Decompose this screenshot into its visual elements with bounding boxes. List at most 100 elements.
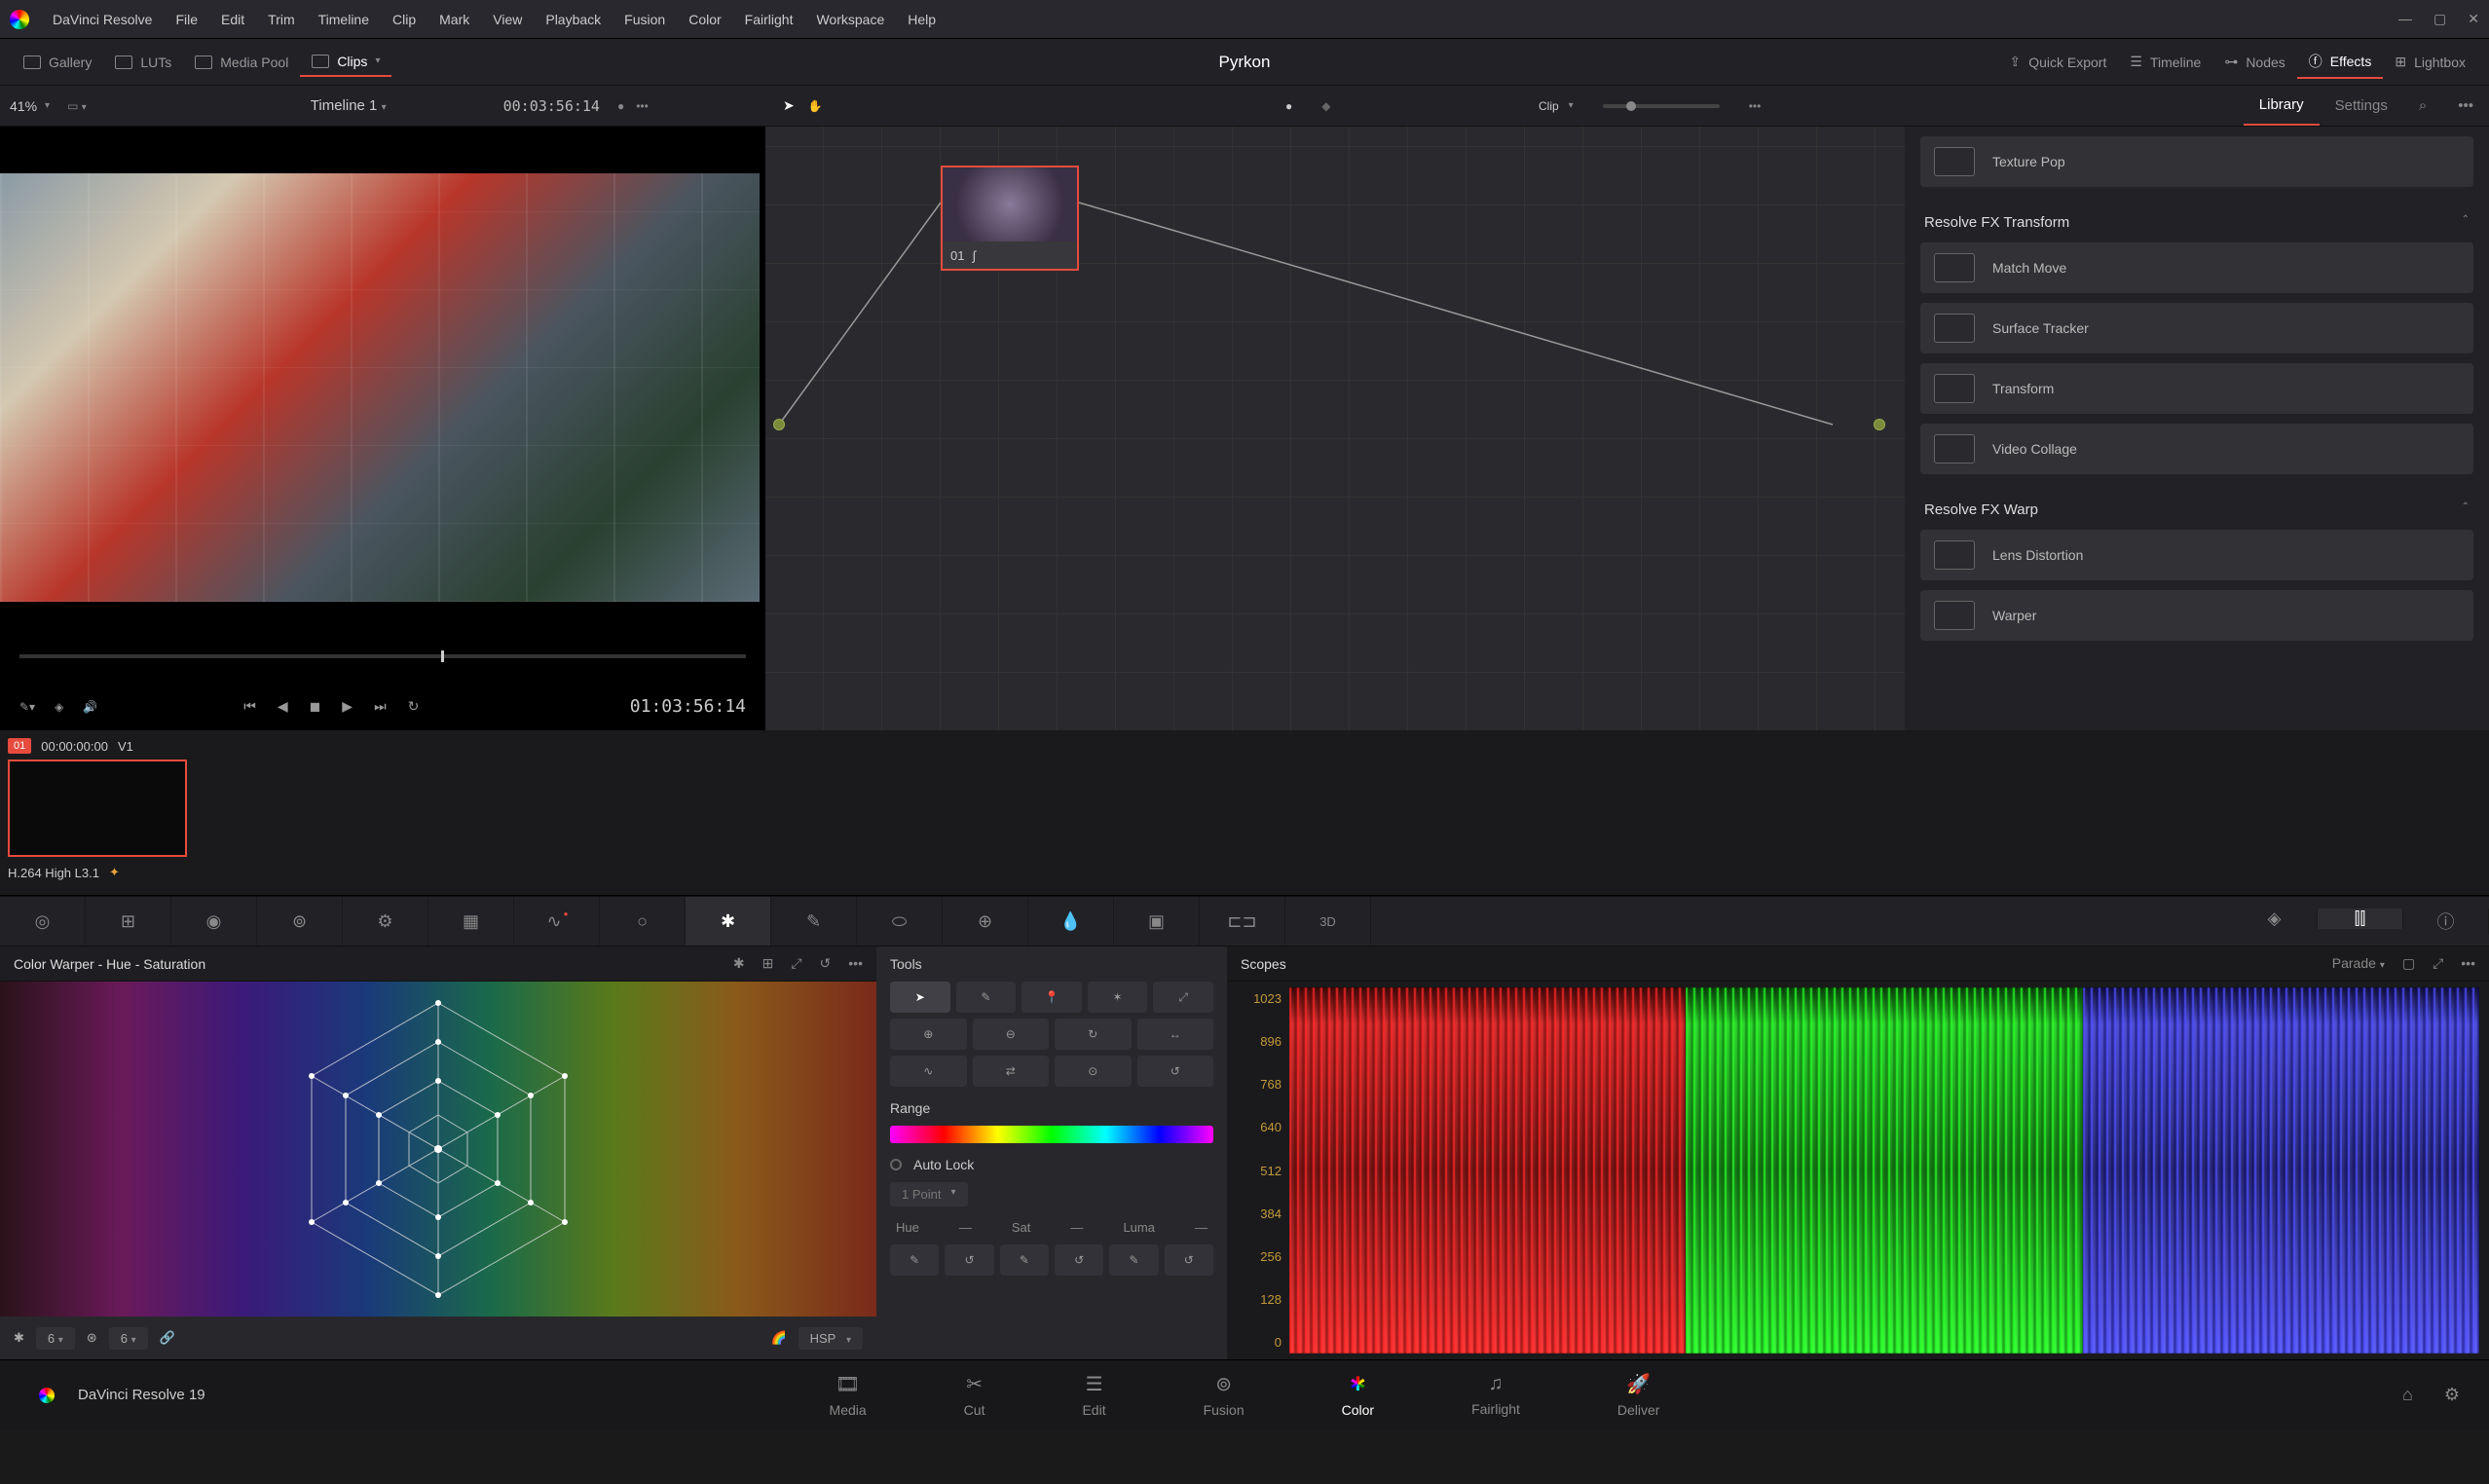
- viewer-options-icon[interactable]: •••: [636, 99, 649, 113]
- hue-divisions[interactable]: 6 ▾: [36, 1327, 75, 1350]
- fx-lens-distortion[interactable]: Lens Distortion: [1920, 530, 2473, 580]
- menu-clip[interactable]: Clip: [381, 12, 427, 27]
- node-input[interactable]: [773, 419, 785, 430]
- loop-icon[interactable]: ↻: [408, 698, 420, 715]
- node-output[interactable]: [1874, 419, 1885, 430]
- scope-expand-icon[interactable]: ⤢: [2433, 955, 2443, 972]
- tool-scopes[interactable]: ⫿⫿: [2318, 909, 2403, 929]
- fx-video-collage[interactable]: Video Collage: [1920, 424, 2473, 474]
- fx-category-warp[interactable]: Resolve FX Warp⌃: [1920, 484, 2473, 530]
- viewer-image[interactable]: [0, 173, 760, 602]
- fx-surface-tracker[interactable]: Surface Tracker: [1920, 303, 2473, 353]
- sat-reset[interactable]: ↺: [1055, 1244, 1103, 1276]
- scope-mode-select[interactable]: Parade ▾: [2332, 955, 2385, 972]
- autolock-toggle[interactable]: Auto Lock: [890, 1157, 1213, 1172]
- clip-thumbnail[interactable]: [8, 760, 187, 857]
- warper-reset-icon[interactable]: ↺: [820, 955, 832, 972]
- scope-view-icon[interactable]: ▢: [2402, 955, 2415, 972]
- scrub-bar[interactable]: [19, 654, 746, 658]
- page-media[interactable]: 🎞Media: [830, 1372, 867, 1418]
- node-marker-1[interactable]: ●: [1285, 99, 1292, 113]
- node-options-icon[interactable]: •••: [1749, 99, 1762, 113]
- tool-smooth[interactable]: ∿: [890, 1056, 967, 1087]
- clip-flag-icon[interactable]: ✦: [109, 865, 120, 880]
- effects-button[interactable]: ⓕEffects: [2297, 46, 2384, 79]
- hue-reset[interactable]: ↺: [945, 1244, 993, 1276]
- link-icon[interactable]: 🔗: [160, 1330, 175, 1346]
- warper-mode-2-icon[interactable]: ⊞: [762, 955, 774, 972]
- gallery-button[interactable]: Gallery: [12, 49, 103, 76]
- tool-rgb-mixer[interactable]: ⊚: [257, 897, 343, 946]
- warper-expand-icon[interactable]: ⤢: [791, 955, 801, 972]
- tool-curves[interactable]: ▦: [428, 897, 514, 946]
- hue-div-icon[interactable]: ✱: [14, 1330, 24, 1346]
- maximize-icon[interactable]: ▢: [2433, 11, 2446, 27]
- tool-hdr[interactable]: ⊞: [86, 897, 171, 946]
- tool-add-col[interactable]: ⊕: [890, 1019, 967, 1050]
- tool-invert[interactable]: ⇄: [973, 1056, 1050, 1087]
- luma-reset[interactable]: ↺: [1165, 1244, 1213, 1276]
- hdr-icon[interactable]: ◈: [55, 700, 63, 714]
- clip-mode-label[interactable]: Clip: [1539, 99, 1559, 113]
- color-space-icon[interactable]: 🌈: [770, 1330, 786, 1346]
- warper-mode-1-icon[interactable]: ✱: [733, 955, 745, 972]
- tool-custom-curves[interactable]: ∿●: [514, 897, 600, 946]
- quick-export-button[interactable]: ⇪Quick Export: [1997, 46, 2118, 79]
- fx-texture-pop[interactable]: Texture Pop: [1920, 136, 2473, 187]
- audio-icon[interactable]: 🔊: [83, 700, 97, 714]
- tool-color-warper[interactable]: ✱: [686, 897, 771, 946]
- sat-edit[interactable]: ✎: [1000, 1244, 1049, 1276]
- record-icon[interactable]: ●: [617, 99, 624, 113]
- tab-library[interactable]: Library: [2244, 86, 2320, 126]
- menu-trim[interactable]: Trim: [256, 12, 306, 27]
- tool-expand2[interactable]: ⤢: [1153, 982, 1213, 1013]
- first-frame-icon[interactable]: ⏮: [243, 698, 256, 715]
- tool-picker[interactable]: ✎: [771, 897, 857, 946]
- fit-icon[interactable]: ▭ ▾: [67, 99, 87, 113]
- sat-divisions[interactable]: 6 ▾: [109, 1327, 148, 1350]
- tool-sizing[interactable]: 3D: [1285, 897, 1371, 946]
- nodes-button[interactable]: ⊶Nodes: [2212, 46, 2296, 79]
- menu-file[interactable]: File: [164, 12, 209, 27]
- minimize-icon[interactable]: —: [2398, 11, 2412, 27]
- fx-match-move[interactable]: Match Move: [1920, 242, 2473, 293]
- page-deliver[interactable]: 🚀Deliver: [1617, 1372, 1660, 1418]
- prev-frame-icon[interactable]: ◀: [278, 698, 288, 715]
- menu-fairlight[interactable]: Fairlight: [733, 12, 805, 27]
- node-zoom-slider[interactable]: [1603, 104, 1720, 108]
- page-edit[interactable]: ☰Edit: [1082, 1372, 1105, 1418]
- tool-wheels[interactable]: ◉: [171, 897, 257, 946]
- tool-pin[interactable]: 📍: [1022, 982, 1082, 1013]
- luts-button[interactable]: LUTs: [103, 49, 183, 76]
- warper-canvas[interactable]: [0, 982, 876, 1317]
- menu-fusion[interactable]: Fusion: [613, 12, 677, 27]
- tool-move[interactable]: ↔: [1137, 1019, 1214, 1050]
- page-fairlight[interactable]: ♫Fairlight: [1471, 1373, 1520, 1417]
- play-icon[interactable]: ▶: [342, 698, 353, 715]
- menu-mark[interactable]: Mark: [427, 12, 481, 27]
- tool-key[interactable]: ⊏⊐: [1200, 897, 1285, 946]
- tool-motion[interactable]: ⚙: [343, 897, 428, 946]
- tool-window[interactable]: ⬭: [857, 897, 943, 946]
- scope-options-icon[interactable]: •••: [2461, 955, 2475, 972]
- next-frame-icon[interactable]: ⏭: [374, 698, 387, 715]
- menu-edit[interactable]: Edit: [209, 12, 256, 27]
- tool-sub-col[interactable]: ⊖: [973, 1019, 1050, 1050]
- menu-view[interactable]: View: [481, 12, 534, 27]
- menu-help[interactable]: Help: [896, 12, 947, 27]
- menu-color[interactable]: Color: [677, 12, 732, 27]
- project-settings-icon[interactable]: ⚙: [2444, 1385, 2460, 1405]
- fx-warper[interactable]: Warper: [1920, 590, 2473, 641]
- tool-rotate[interactable]: ↻: [1055, 1019, 1132, 1050]
- fx-transform[interactable]: Transform: [1920, 363, 2473, 414]
- tool-info[interactable]: ⓘ: [2403, 909, 2489, 934]
- tool-keyframes[interactable]: ◈: [2232, 909, 2318, 929]
- menu-playback[interactable]: Playback: [534, 12, 613, 27]
- stop-icon[interactable]: ◼: [310, 698, 321, 715]
- media-pool-button[interactable]: Media Pool: [183, 49, 300, 76]
- tool-draw[interactable]: ✎: [956, 982, 1017, 1013]
- menu-timeline[interactable]: Timeline: [307, 12, 381, 27]
- tool-reset-pt[interactable]: ↺: [1137, 1056, 1214, 1087]
- timeline-button[interactable]: ☰Timeline: [2118, 46, 2212, 79]
- point-select[interactable]: 1 Point▾: [890, 1182, 968, 1206]
